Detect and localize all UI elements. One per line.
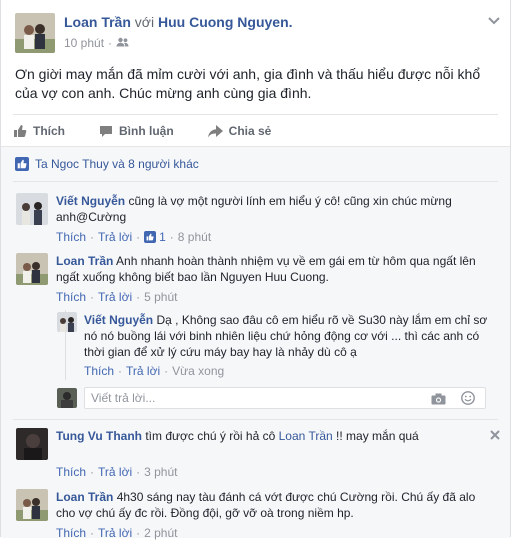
likes-summary-text[interactable]: Ta Ngoc Thuy và 8 người khác [35, 157, 199, 171]
emoji-icon[interactable] [461, 391, 475, 408]
comment-reply-link[interactable]: Trả lời [98, 290, 132, 304]
share-button[interactable]: Chia sẻ [207, 124, 272, 138]
current-user-avatar [57, 388, 77, 408]
comment-text: 4h30 sáng nay tàu đánh cá vớt được chú C… [56, 490, 476, 520]
reply-like-link[interactable]: Thích [84, 364, 114, 378]
comment: Viết Nguyễn cũng là vợ một người lính em… [56, 193, 486, 225]
commenter-avatar[interactable] [16, 428, 48, 460]
comment-author[interactable]: Loan Trần [56, 490, 113, 504]
meta-separator: · [169, 230, 174, 244]
comment: Loan Trần 4h30 sáng nay tàu đánh cá vớt … [56, 489, 486, 521]
tagged-user[interactable]: Huu Cuong Nguyen. [158, 14, 293, 30]
comment-like-link[interactable]: Thích [56, 230, 86, 244]
meta-separator: · [90, 290, 95, 304]
comment-like-count-icon[interactable] [144, 231, 157, 243]
comment-button[interactable]: Bình luận [99, 124, 174, 138]
comment-text: Anh nhanh hoàn thành nhiệm vụ về em gái … [56, 254, 476, 284]
comment-author[interactable]: Viết Nguyễn [56, 194, 125, 208]
comment-like-link[interactable]: Thích [56, 465, 86, 479]
likes-summary[interactable]: Ta Ngoc Thuy và 8 người khác [15, 157, 199, 171]
reply-reply-link[interactable]: Trả lời [126, 364, 160, 378]
reply-time[interactable]: Vừa xong [172, 364, 224, 378]
meta-separator: · [108, 36, 113, 50]
comment-time[interactable]: 3 phút [144, 465, 177, 479]
post-timestamp[interactable]: 10 phút [64, 36, 104, 50]
post-author-avatar[interactable] [15, 13, 55, 53]
meta-separator: · [136, 465, 141, 479]
close-icon[interactable] [490, 429, 500, 443]
like-label: Thích [33, 124, 65, 138]
comment-time[interactable]: 5 phút [144, 290, 177, 304]
friends-audience-icon[interactable] [116, 36, 129, 50]
comment-text: !! may mắn quá [336, 429, 419, 443]
comment-mention[interactable]: Loan Trần [279, 429, 333, 443]
thumbs-up-icon [14, 125, 27, 137]
divider [13, 114, 498, 115]
meta-separator: · [118, 364, 123, 378]
feed-post: Loan Trần với Huu Cuong Nguyen. 10 phút … [0, 0, 511, 540]
meta-separator: · [136, 526, 141, 540]
comment-author[interactable]: Tung Vu Thanh [56, 429, 142, 443]
comment-time[interactable]: 8 phút [178, 230, 211, 244]
post-options-chevron-icon[interactable] [488, 14, 500, 28]
meta-separator: · [90, 465, 95, 479]
like-button[interactable]: Thích [13, 124, 65, 138]
camera-icon[interactable] [431, 393, 446, 408]
comment: Loan Trần Anh nhanh hoàn thành nhiệm vụ … [56, 253, 486, 285]
meta-separator: · [90, 230, 95, 244]
commenter-avatar[interactable] [16, 193, 48, 225]
share-label: Chia sẻ [228, 124, 272, 138]
comment-reply-link[interactable]: Trả lời [98, 465, 132, 479]
meta-separator: · [136, 230, 141, 244]
post-actions: Thích Bình luận Chia sẻ [13, 120, 289, 142]
meta-separator: · [136, 290, 141, 304]
replier-avatar[interactable] [57, 312, 77, 332]
comment-like-link[interactable]: Thích [56, 526, 86, 540]
reply-input[interactable] [91, 391, 411, 405]
reply-input-box[interactable] [84, 387, 486, 409]
comment-time[interactable]: 2 phút [144, 526, 177, 540]
reply: Viết Nguyễn Dạ , Không sao đâu cô em hiể… [84, 312, 489, 360]
comment-reply-link[interactable]: Trả lời [98, 230, 132, 244]
comment-icon [100, 126, 112, 137]
like-reaction-icon [15, 157, 29, 171]
comment: Tung Vu Thanh tìm được chú ý rồi hả cô L… [56, 428, 476, 444]
comment-reply-link[interactable]: Trả lời [98, 526, 132, 540]
post-author-name[interactable]: Loan Trần [64, 14, 131, 30]
meta-separator: · [164, 364, 169, 378]
commenter-avatar[interactable] [16, 489, 48, 521]
comment-like-count[interactable]: 1 [159, 230, 166, 244]
comment-author[interactable]: Loan Trần [56, 254, 113, 268]
divider [13, 181, 498, 182]
comment-label: Bình luận [119, 124, 174, 138]
reply-author[interactable]: Viết Nguyễn [84, 313, 153, 327]
divider [13, 419, 498, 420]
comment-text: tìm được chú ý rồi hả cô [145, 429, 276, 443]
with-word: với [134, 14, 155, 30]
meta-separator: · [90, 526, 95, 540]
post-text: Ơn giời may mắn đã mỉm cười với anh, gia… [15, 66, 481, 101]
commenter-avatar[interactable] [16, 253, 48, 285]
comment-like-link[interactable]: Thích [56, 290, 86, 304]
share-arrow-icon [207, 124, 223, 137]
